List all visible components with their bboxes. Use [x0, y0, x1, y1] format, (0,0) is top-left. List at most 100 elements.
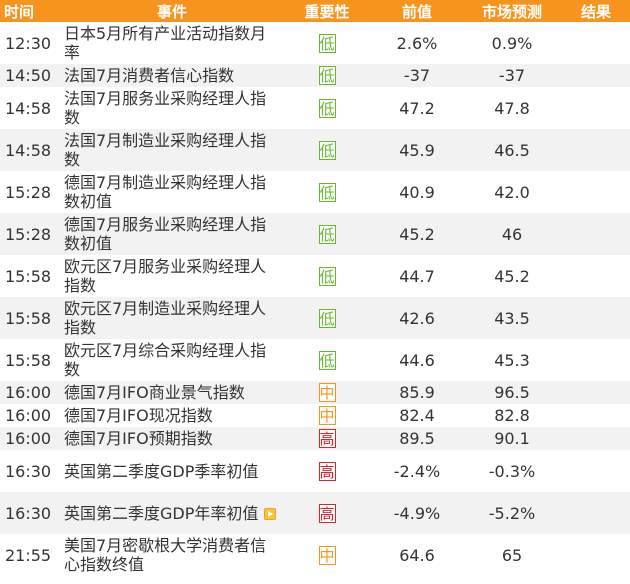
event-time: 15:28	[0, 213, 62, 255]
importance-badge: 低	[318, 66, 336, 85]
actual-value	[562, 87, 630, 129]
play-icon[interactable]	[264, 508, 277, 520]
event-name[interactable]: 德国7月IFO预期指数	[64, 429, 213, 448]
header-previous: 前值	[372, 0, 462, 22]
event-time: 12:30	[0, 22, 62, 64]
event-name[interactable]: 欧元区7月综合采购经理人指数	[64, 341, 266, 379]
table-row: 14:58 法国7月制造业采购经理人指数 低 45.9 46.5	[0, 129, 630, 171]
importance-cell: 高	[282, 492, 372, 534]
importance-badge: 中	[318, 383, 336, 402]
previous-value: 85.9	[372, 381, 462, 404]
importance-badge: 低	[318, 33, 336, 53]
importance-badge: 低	[318, 350, 336, 370]
importance-cell: 低	[282, 297, 372, 339]
actual-value	[562, 171, 630, 213]
previous-value: 45.9	[372, 129, 462, 171]
event-name-cell: 欧元区7月制造业采购经理人指数	[62, 297, 282, 339]
event-name[interactable]: 欧元区7月制造业采购经理人指数	[64, 299, 266, 337]
event-name[interactable]: 法国7月制造业采购经理人指数	[64, 131, 266, 169]
actual-value	[562, 492, 630, 534]
event-name-cell: 欧元区7月服务业采购经理人指数	[62, 255, 282, 297]
event-time: 15:28	[0, 171, 62, 213]
event-time: 14:50	[0, 64, 62, 87]
previous-value: 45.2	[372, 213, 462, 255]
importance-cell: 低	[282, 213, 372, 255]
event-name[interactable]: 日本5月所有产业活动指数月率	[64, 24, 266, 62]
previous-value: 42.6	[372, 297, 462, 339]
event-time: 14:58	[0, 87, 62, 129]
importance-badge: 低	[318, 266, 336, 286]
actual-value	[562, 381, 630, 404]
actual-value	[562, 339, 630, 381]
event-name-cell: 德国7月IFO预期指数	[62, 427, 282, 450]
previous-value: 40.9	[372, 171, 462, 213]
actual-value	[562, 450, 630, 492]
event-name-cell: 日本5月所有产业活动指数月率	[62, 22, 282, 64]
importance-cell: 中	[282, 404, 372, 427]
event-name[interactable]: 英国第二季度GDP季率初值	[64, 462, 258, 481]
event-time: 16:00	[0, 404, 62, 427]
table-row: 12:30 日本5月所有产业活动指数月率 低 2.6% 0.9%	[0, 22, 630, 64]
event-name-cell: 德国7月IFO现况指数	[62, 404, 282, 427]
event-time: 16:00	[0, 381, 62, 404]
header-time: 时间	[0, 0, 62, 22]
event-name[interactable]: 德国7月IFO现况指数	[64, 406, 213, 425]
event-name[interactable]: 法国7月消费者信心指数	[64, 66, 234, 85]
event-name-cell: 法国7月制造业采购经理人指数	[62, 129, 282, 171]
event-name[interactable]: 美国7月密歇根大学消费者信心指数终值	[64, 536, 266, 574]
event-name-cell: 法国7月服务业采购经理人指数	[62, 87, 282, 129]
previous-value: 2.6%	[372, 22, 462, 64]
previous-value: 44.6	[372, 339, 462, 381]
table-row: 14:50 法国7月消费者信心指数 低 -37 -37	[0, 64, 630, 87]
importance-cell: 低	[282, 22, 372, 64]
forecast-value: 46.5	[462, 129, 562, 171]
table-row: 16:30 英国第二季度GDP年率初值 高 -4.9% -5.2%	[0, 492, 630, 534]
actual-value	[562, 427, 630, 450]
forecast-value: -5.2%	[462, 492, 562, 534]
forecast-value: 46	[462, 213, 562, 255]
importance-cell: 中	[282, 534, 372, 576]
event-name-cell: 德国7月服务业采购经理人指数初值	[62, 213, 282, 255]
importance-badge: 高	[318, 429, 336, 448]
actual-value	[562, 64, 630, 87]
event-name[interactable]: 德国7月服务业采购经理人指数初值	[64, 215, 266, 253]
event-name[interactable]: 法国7月服务业采购经理人指数	[64, 89, 266, 127]
forecast-value: 0.9%	[462, 22, 562, 64]
previous-value: -2.4%	[372, 450, 462, 492]
actual-value	[562, 297, 630, 339]
importance-cell: 高	[282, 427, 372, 450]
importance-cell: 低	[282, 171, 372, 213]
importance-badge: 低	[318, 224, 336, 244]
event-name[interactable]: 德国7月IFO商业景气指数	[64, 383, 245, 402]
table-row: 16:00 德国7月IFO预期指数 高 89.5 90.1	[0, 427, 630, 450]
table-row: 16:00 德国7月IFO现况指数 中 82.4 82.8	[0, 404, 630, 427]
table-row: 14:58 法国7月服务业采购经理人指数 低 47.2 47.8	[0, 87, 630, 129]
previous-value: -37	[372, 64, 462, 87]
importance-badge: 中	[318, 406, 336, 425]
previous-value: 47.2	[372, 87, 462, 129]
importance-cell: 中	[282, 381, 372, 404]
event-name[interactable]: 欧元区7月服务业采购经理人指数	[64, 257, 266, 295]
previous-value: -4.9%	[372, 492, 462, 534]
importance-cell: 低	[282, 339, 372, 381]
event-name-cell: 欧元区7月综合采购经理人指数	[62, 339, 282, 381]
event-time: 15:58	[0, 297, 62, 339]
forecast-value: -0.3%	[462, 450, 562, 492]
importance-badge: 低	[318, 140, 336, 160]
event-name-cell: 德国7月IFO商业景气指数	[62, 381, 282, 404]
forecast-value: 82.8	[462, 404, 562, 427]
forecast-value: 47.8	[462, 87, 562, 129]
event-name[interactable]: 德国7月制造业采购经理人指数初值	[64, 173, 266, 211]
forecast-value: 45.3	[462, 339, 562, 381]
forecast-value: 65	[462, 534, 562, 576]
forecast-value: -37	[462, 64, 562, 87]
event-name[interactable]: 英国第二季度GDP年率初值	[64, 504, 258, 523]
importance-badge: 高	[318, 503, 336, 523]
importance-badge: 中	[318, 545, 336, 565]
header-actual: 结果	[562, 0, 630, 22]
header-forecast: 市场预测	[462, 0, 562, 22]
event-time: 16:30	[0, 492, 62, 534]
forecast-value: 43.5	[462, 297, 562, 339]
table-row: 21:55 美国7月密歇根大学消费者信心指数终值 中 64.6 65	[0, 534, 630, 576]
table-row: 15:28 德国7月制造业采购经理人指数初值 低 40.9 42.0	[0, 171, 630, 213]
